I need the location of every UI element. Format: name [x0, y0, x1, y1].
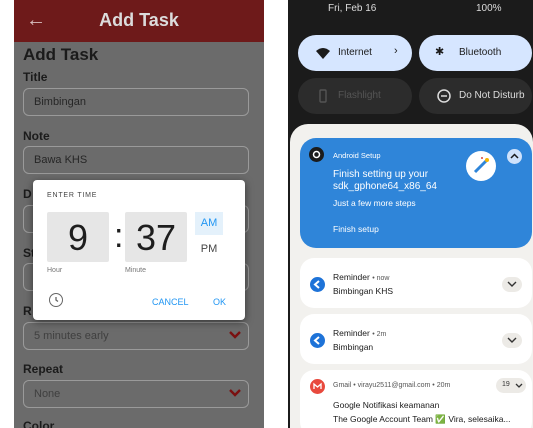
note-label: Note: [23, 129, 50, 143]
bluetooth-icon: ✱: [435, 46, 445, 58]
gmail-count: 19: [502, 381, 510, 388]
repeat-dropdown-value: None: [34, 388, 61, 400]
remind-dropdown-value: 5 minutes early: [34, 330, 109, 342]
notification-app: Reminder • now: [333, 272, 389, 282]
hour-value: 9: [67, 217, 89, 258]
notification-text: Bimbingan: [333, 342, 374, 352]
gmail-meta: Gmail • virayu2511@gmail.com • 20m: [333, 382, 451, 389]
gmail-icon: [310, 379, 325, 394]
gmail-notification[interactable]: Gmail • virayu2511@gmail.com • 20m 19 Go…: [300, 370, 532, 428]
minute-input[interactable]: 37: [125, 212, 187, 262]
notification-text: Bimbingan KHS: [333, 286, 394, 296]
app-bar-title: Add Task: [99, 10, 179, 30]
minute-value: 37: [135, 217, 177, 258]
setup-notification[interactable]: Android Setup Finish setting up your sdk…: [300, 138, 532, 248]
remind-dropdown[interactable]: 5 minutes early: [23, 322, 249, 350]
am-toggle[interactable]: AM: [195, 212, 223, 235]
finish-setup-button[interactable]: Finish setup: [333, 224, 379, 234]
tile-label: Internet: [338, 47, 372, 58]
notification-app: Reminder • 2m: [333, 328, 386, 338]
tile-internet[interactable]: Internet ›: [298, 35, 412, 71]
notification-app-name: Reminder: [333, 328, 370, 338]
collapse-icon[interactable]: [507, 149, 522, 164]
hour-caption: Hour: [47, 267, 63, 274]
notification-app-name: Reminder: [333, 272, 370, 282]
expand-icon[interactable]: [502, 277, 522, 292]
note-field-value: Bawa KHS: [34, 154, 88, 166]
remind-label: R: [23, 304, 32, 318]
color-label: Color: [23, 419, 55, 428]
repeat-label: Repeat: [23, 362, 64, 376]
chevron-down-icon: [229, 389, 241, 397]
gear-icon: [309, 147, 324, 162]
minute-caption: Minute: [125, 267, 147, 274]
setup-title: Finish setting up your sdk_gphone64_x86_…: [333, 169, 437, 192]
tile-label: Bluetooth: [459, 47, 502, 58]
magic-wand-icon: [466, 151, 496, 181]
notification-time: • now: [372, 275, 390, 282]
reminder-app-icon: [310, 333, 325, 348]
dnd-icon: [437, 89, 451, 103]
status-battery: 100%: [476, 3, 502, 14]
setup-app-name: Android Setup: [333, 151, 381, 160]
gmail-count-expand[interactable]: 19: [496, 378, 526, 393]
pm-toggle[interactable]: PM: [195, 243, 223, 255]
tile-flashlight[interactable]: Flashlight: [298, 78, 412, 114]
page-heading: Add Task: [23, 45, 99, 64]
reminder-app-icon: [310, 277, 325, 292]
gmail-title: Google Notifikasi keamanan: [333, 400, 440, 410]
ok-button[interactable]: OK: [213, 297, 226, 307]
tile-bluetooth[interactable]: ✱ Bluetooth: [419, 35, 532, 71]
wifi-icon: [316, 48, 330, 59]
app-bar: ← Add Task: [14, 0, 264, 42]
date-label: D: [23, 187, 32, 201]
chevron-right-icon: ›: [394, 45, 398, 57]
chevron-down-icon: [515, 383, 523, 388]
flashlight-icon: [319, 89, 327, 103]
notification-shade: Fri, Feb 16 100% Internet › ✱ Bluetooth …: [288, 0, 533, 428]
repeat-dropdown[interactable]: None: [23, 380, 249, 408]
reminder-notification[interactable]: Reminder • now Bimbingan KHS: [300, 258, 532, 308]
title-field[interactable]: Bimbingan: [23, 88, 249, 116]
dialog-header: ENTER TIME: [47, 192, 98, 199]
setup-subtitle: Just a few more steps: [333, 198, 416, 208]
chevron-down-icon: [229, 331, 241, 339]
am-label: AM: [200, 217, 218, 229]
tile-label: Flashlight: [338, 90, 381, 101]
gmail-body: The Google Account Team ✅ Vira, selesaik…: [333, 414, 511, 424]
clock-mode-icon[interactable]: [49, 293, 63, 307]
title-label: Title: [23, 70, 48, 84]
cancel-button[interactable]: CANCEL: [152, 297, 189, 307]
tile-label: Do Not Disturb: [459, 90, 525, 101]
note-field[interactable]: Bawa KHS: [23, 146, 249, 174]
reminder-notification[interactable]: Reminder • 2m Bimbingan: [300, 314, 532, 364]
hour-input[interactable]: 9: [47, 212, 109, 262]
time-separator: :: [114, 217, 124, 255]
notification-time: • 2m: [372, 331, 387, 338]
status-date: Fri, Feb 16: [328, 3, 377, 14]
tile-dnd[interactable]: Do Not Disturb: [419, 78, 532, 114]
title-field-value: Bimbingan: [34, 96, 86, 108]
time-picker-dialog: ENTER TIME 9 : 37 AM PM Hour Minute CANC…: [33, 180, 245, 320]
expand-icon[interactable]: [502, 333, 522, 348]
